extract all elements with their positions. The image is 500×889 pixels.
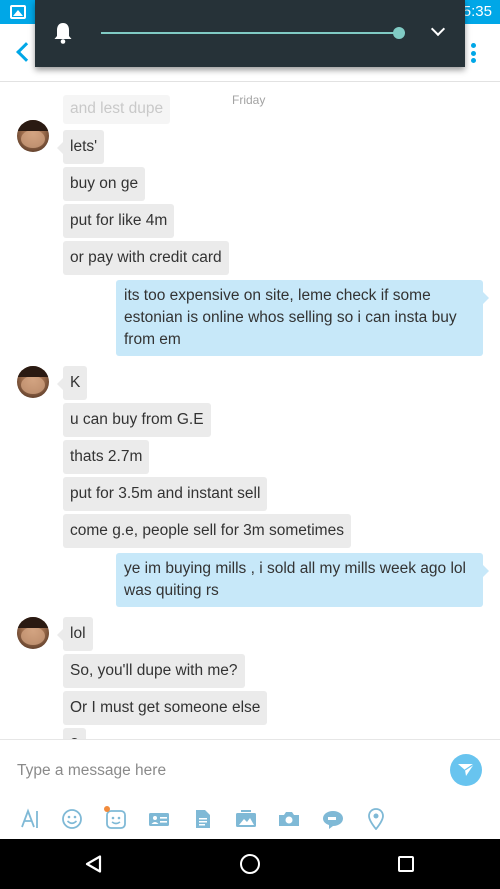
media-icon[interactable] [235, 808, 257, 830]
message-bubble[interactable]: put for like 4m [63, 204, 175, 238]
status-time: 5:35 [462, 3, 492, 20]
file-icon[interactable] [192, 808, 214, 830]
recents-square-icon[interactable] [398, 856, 414, 872]
composer-toolbar [0, 806, 500, 832]
message-bubble-outgoing[interactable]: ye im buying mills , i sold all my mills… [116, 553, 489, 607]
message-bubble[interactable]: buy on ge [63, 167, 146, 201]
message-bubble[interactable]: put for 3.5m and instant sell [63, 477, 268, 511]
more-vertical-icon[interactable] [471, 43, 476, 63]
message-list[interactable]: Friday and lest dupe lets' buy on ge put… [0, 83, 500, 739]
volume-slider-handle[interactable] [393, 27, 405, 39]
date-separator: Friday [232, 93, 266, 107]
location-icon[interactable] [365, 808, 387, 830]
sticker-icon[interactable] [104, 806, 127, 830]
message-input[interactable] [10, 758, 430, 784]
video-message-icon[interactable] [322, 808, 344, 830]
send-icon [458, 763, 474, 776]
message-bubble[interactable]: lets' [56, 130, 105, 164]
message-bubble[interactable]: Or I must get someone else [63, 691, 268, 725]
chevron-down-icon[interactable] [430, 21, 446, 37]
message-composer [0, 739, 500, 839]
message-bubble[interactable]: or pay with credit card [63, 241, 229, 275]
home-circle-icon[interactable] [240, 854, 260, 874]
message-bubble[interactable]: ? [63, 728, 86, 739]
text-format-icon[interactable] [19, 808, 41, 830]
message-bubble[interactable]: come g.e, people sell for 3m sometimes [63, 514, 351, 548]
message-bubble[interactable]: K [56, 366, 88, 400]
message-bubble[interactable]: u can buy from G.E [63, 403, 211, 437]
avatar[interactable] [17, 366, 49, 398]
volume-slider[interactable] [101, 27, 405, 39]
avatar[interactable] [17, 617, 49, 649]
back-triangle-icon[interactable] [85, 855, 103, 873]
volume-popup [35, 0, 465, 67]
send-button[interactable] [450, 754, 482, 786]
message-bubble[interactable]: lol [57, 617, 93, 651]
bell-icon[interactable] [53, 22, 73, 44]
avatar[interactable] [17, 120, 49, 152]
message-bubble-outgoing[interactable]: its too expensive on site, leme check if… [116, 280, 489, 356]
contact-card-icon[interactable] [148, 808, 170, 830]
camera-icon[interactable] [278, 808, 300, 830]
system-nav-bar [0, 839, 500, 889]
message-bubble[interactable]: thats 2.7m [63, 440, 150, 474]
message-bubble[interactable]: and lest dupe [63, 95, 171, 124]
image-icon [10, 5, 26, 19]
message-bubble[interactable]: So, you'll dupe with me? [63, 654, 245, 688]
chevron-left-icon[interactable] [16, 42, 36, 62]
emoji-icon[interactable] [61, 808, 83, 830]
